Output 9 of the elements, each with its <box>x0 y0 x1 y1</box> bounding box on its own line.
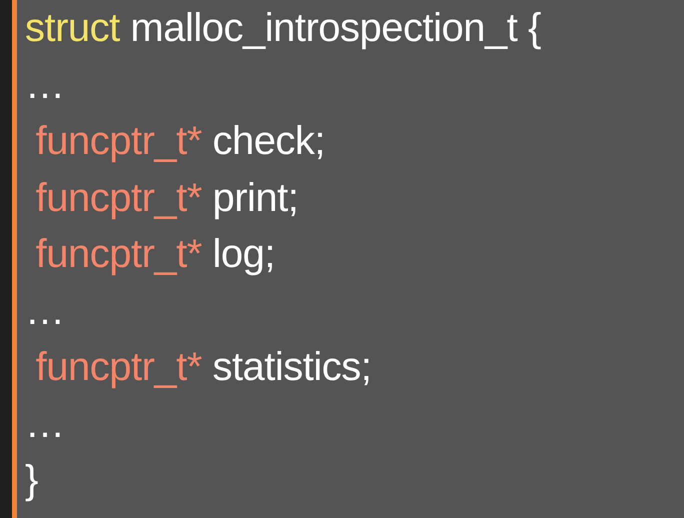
code-line: funcptr_t* log; <box>34 231 275 278</box>
code-line: … <box>25 288 64 334</box>
code-line: funcptr_t* statistics; <box>34 344 372 391</box>
code-line: } <box>25 457 38 504</box>
code-line: struct malloc_introspection_t { <box>25 5 541 52</box>
code-line: funcptr_t* check; <box>34 118 326 165</box>
code-line: … <box>25 62 64 108</box>
code-line: funcptr_t* print; <box>34 174 298 222</box>
code-line: … <box>25 400 64 448</box>
